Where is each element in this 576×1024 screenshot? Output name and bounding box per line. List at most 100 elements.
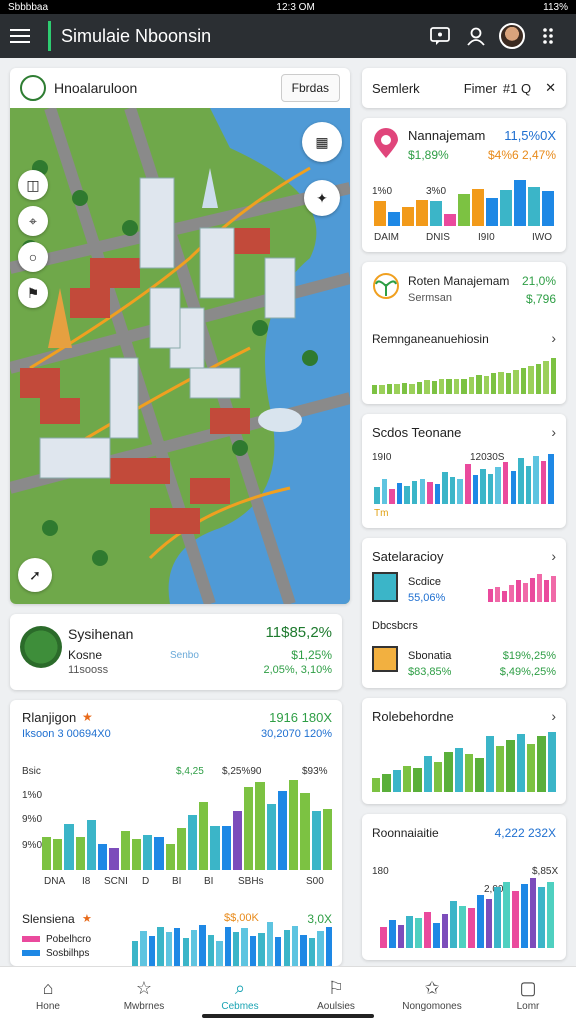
panel1-bar <box>416 199 428 226</box>
panel4-bar <box>502 591 507 602</box>
big-chart-bar <box>176 828 186 870</box>
circle-tool-icon[interactable]: ○ <box>18 242 48 272</box>
panel2-bar <box>528 365 534 394</box>
summary-meta-value: 2,05%, 3,10% <box>263 664 333 676</box>
nav-favorites-label: Mwbrnes <box>123 1001 165 1012</box>
profile-avatar[interactable] <box>494 21 530 51</box>
user-icon[interactable] <box>458 21 494 51</box>
panel5-bar <box>413 768 422 792</box>
summary-card[interactable]: Sysihenan 11$85,2% Kosne Senbo $1,25% 11… <box>10 614 342 690</box>
nav-search-label: Cebmes <box>221 1001 259 1012</box>
panel3-footer: Tm <box>374 508 389 519</box>
tree-icon <box>20 626 62 668</box>
nav-more-label: Lomr <box>516 1001 540 1012</box>
pin-icon[interactable]: ⌖ <box>18 206 48 236</box>
panel3-bar <box>434 484 441 504</box>
sub-chart-bar <box>283 929 290 966</box>
panel2-bar <box>372 385 378 394</box>
panel5-bar <box>444 752 453 792</box>
flag-icon[interactable]: ⚑ <box>18 278 48 308</box>
panel2-bar <box>394 383 400 394</box>
chevron-right-icon[interactable]: › <box>551 330 556 346</box>
chevron-right-icon[interactable]: › <box>551 548 556 564</box>
panel-rolebehordne[interactable]: Rolebehordne › <box>362 698 566 804</box>
panel1-bar <box>374 201 386 226</box>
big-chart-bar <box>98 843 108 870</box>
tool-icon[interactable]: ✦ <box>304 180 340 216</box>
chevron-right-icon[interactable]: › <box>551 424 556 440</box>
panel3-bar <box>411 480 418 504</box>
panel2-bar <box>520 368 527 394</box>
map-filter-button[interactable]: Fbrdas <box>280 74 340 102</box>
sub-chart-bar <box>157 927 164 966</box>
app-bar: Simulaie Nboonsin <box>0 14 576 58</box>
big-chart-x-3: D <box>142 876 150 887</box>
chat-icon[interactable] <box>422 21 458 51</box>
panel4-bar <box>495 586 500 602</box>
big-chart-x-6: SBHs <box>238 876 264 887</box>
big-chart-card[interactable]: Rlanjigon ★ 1916 180X Iksoon 3 00694X0 3… <box>10 700 342 966</box>
big-chart-note-1: $,25%90 <box>222 766 262 777</box>
sub-chart-bar <box>140 930 147 966</box>
panel5-bar <box>454 748 463 792</box>
search-input[interactable]: Semlerk <box>372 81 420 96</box>
layers-icon[interactable]: ◫ <box>18 170 48 200</box>
chevron-right-icon[interactable]: › <box>551 708 556 724</box>
home-indicator <box>202 1014 374 1018</box>
panel1-bar <box>528 187 540 226</box>
summary-sub-extra: Senbo <box>170 650 199 661</box>
filter-button[interactable]: Fimer <box>464 81 497 96</box>
nav-missions-label: Nongomones <box>402 1001 462 1012</box>
panel4-bar <box>488 589 493 602</box>
panel4-row2-label: Dbcsbcrs <box>372 620 418 632</box>
carrier-label: Sbbbbaa <box>8 1 49 13</box>
big-chart-bar <box>53 839 63 870</box>
panel2-bar <box>476 375 482 394</box>
nav-home[interactable]: ⌂ Hone <box>0 967 96 1024</box>
panel3-bar <box>427 482 433 504</box>
building-icon[interactable]: ▦ <box>302 122 342 162</box>
panel-satelaracioy[interactable]: Satelaracioy › Scdice 55,06% Dbcsbcrs Sbo… <box>362 538 566 688</box>
panel1-bar <box>458 193 470 226</box>
panel2-sub-value: $,796 <box>525 292 556 306</box>
big-chart-plot <box>42 780 332 870</box>
panel4-row3-label: Sbonatia <box>408 650 452 662</box>
panel2-bar <box>498 371 504 394</box>
big-chart-bar <box>64 823 74 870</box>
panel6-bar <box>397 924 405 948</box>
panel3-bar <box>404 485 410 504</box>
panel2-bar <box>483 376 490 394</box>
panel3-bar <box>381 479 388 504</box>
close-icon[interactable]: ✕ <box>545 80 556 96</box>
nav-missions[interactable]: ✩ Nongomones <box>384 967 480 1024</box>
nav-favorites[interactable]: ☆ Mwbrnes <box>96 967 192 1024</box>
compass-icon[interactable]: ➚ <box>18 558 52 592</box>
panel6-bar <box>459 905 466 948</box>
panel-management[interactable]: Nannajemam 11,5%0X $1,89% $4%6 2,47% 1%0… <box>362 118 566 252</box>
panel-scdos[interactable]: Scdos Teonane › 19I0 12030S Tm <box>362 414 566 528</box>
sub-chart-bar <box>199 924 206 966</box>
map-card: Hnoalaruloon Fbrdas ◫ ⌖ ○ ⚑ ▦ ✦ ➚ <box>10 68 350 604</box>
more-vert-icon[interactable] <box>530 21 566 51</box>
city-map[interactable]: ◫ ⌖ ○ ⚑ ▦ ✦ ➚ <box>10 106 350 604</box>
filter-icon[interactable]: #1 Q <box>503 81 531 96</box>
panel4-row3-v3: $,49%,25% <box>499 666 556 678</box>
sub-chart-bar <box>266 922 274 966</box>
nav-more[interactable]: ▢ Lomr <box>480 967 576 1024</box>
panel2-bar <box>461 378 467 394</box>
panel2-bar <box>453 379 460 394</box>
menu-icon[interactable] <box>10 22 38 50</box>
panel-hotel-management[interactable]: Roten Manajemam 21,0% Sermsan $,796 Remn… <box>362 262 566 404</box>
panel2-bar <box>424 380 430 394</box>
summary-value: 11$85,2% <box>265 624 332 641</box>
panel5-bar <box>382 774 391 792</box>
panel-roonnaiaitie[interactable]: Roonnaiaitie 4,222 232X 180 $,85X 2,00 <box>362 814 566 960</box>
panel2-chart-title: Remnganeanuehiosin <box>372 332 489 346</box>
panel6-bar <box>512 890 519 948</box>
big-chart-y-0: Bsic <box>22 766 41 777</box>
panel4-bar <box>544 580 549 602</box>
big-chart-value: 1916 180X <box>269 710 332 725</box>
panel6-bar <box>485 899 493 948</box>
big-chart-bar <box>199 801 209 870</box>
big-chart-bar <box>109 848 119 870</box>
